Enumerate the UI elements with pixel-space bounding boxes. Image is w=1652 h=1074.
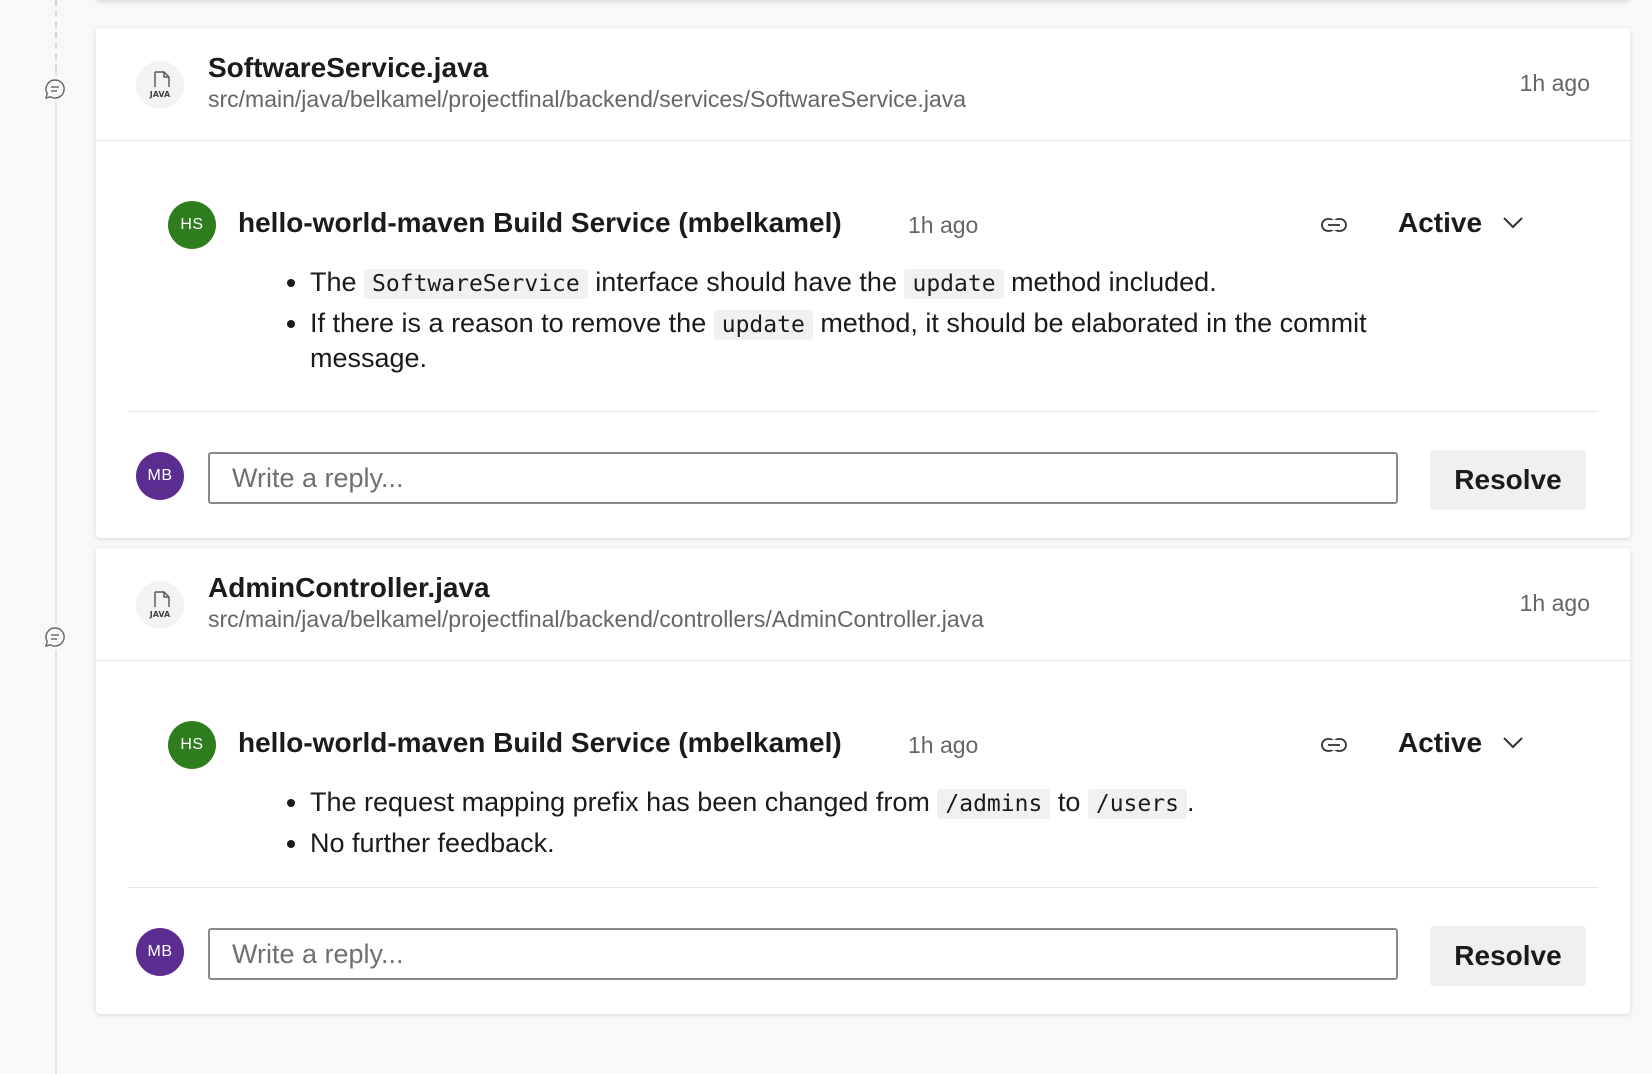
file-name[interactable]: SoftwareService.java (208, 52, 488, 84)
reply-input[interactable] (208, 928, 1398, 980)
reply-row: MB Resolve (96, 888, 1630, 1014)
list-item: The SoftwareService interface should hav… (310, 266, 1460, 301)
comment: HS hello-world-maven Build Service (mbel… (128, 141, 1598, 412)
file-path: src/main/java/belkamel/projectfinal/back… (208, 86, 967, 112)
status-label: Active (1398, 207, 1483, 238)
status-dropdown[interactable]: Active (1398, 203, 1524, 243)
avatar: MB (136, 928, 184, 976)
resolve-button[interactable]: Resolve (1430, 450, 1586, 510)
thread-header: JAVA AdminController.java src/main/java/… (96, 548, 1630, 661)
avatar: HS (168, 721, 216, 769)
resolve-button[interactable]: Resolve (1430, 926, 1586, 986)
timeline-dashed-segment (55, 0, 57, 70)
thread-header: JAVA SoftwareService.java src/main/java/… (96, 28, 1630, 141)
reply-input[interactable] (208, 452, 1398, 504)
list-item: If there is a reason to remove the updat… (310, 307, 1460, 375)
file-icon-label: JAVA (149, 610, 171, 619)
list-item: No further feedback. (310, 827, 1460, 860)
avatar: HS (168, 201, 216, 249)
thread-timestamp: 1h ago (1519, 590, 1590, 616)
list-item: The request mapping prefix has been chan… (310, 786, 1460, 821)
comment-bubble-icon (42, 624, 68, 650)
comment-bubble-icon (42, 76, 68, 102)
link-icon[interactable] (1318, 209, 1350, 241)
link-icon[interactable] (1318, 729, 1350, 761)
comment-body: The SoftwareService interface should hav… (288, 266, 1460, 381)
file-icon-label: JAVA (149, 90, 171, 99)
file-name[interactable]: AdminController.java (208, 572, 490, 604)
avatar: MB (136, 452, 184, 500)
thread-timestamp: 1h ago (1519, 70, 1590, 96)
java-file-icon: JAVA (136, 61, 184, 109)
file-path: src/main/java/belkamel/projectfinal/back… (208, 606, 984, 632)
java-file-icon: JAVA (136, 581, 184, 629)
comment-thread: JAVA AdminController.java src/main/java/… (96, 548, 1630, 1014)
chevron-down-icon (1503, 737, 1523, 749)
comment-body: The request mapping prefix has been chan… (288, 786, 1460, 866)
status-label: Active (1398, 727, 1483, 758)
reply-row: MB Resolve (96, 412, 1630, 538)
comment-author: hello-world-maven Build Service (mbelkam… (238, 207, 842, 238)
chevron-down-icon (1503, 217, 1523, 229)
timeline-line (55, 0, 57, 1074)
comment: HS hello-world-maven Build Service (mbel… (128, 661, 1598, 888)
status-dropdown[interactable]: Active (1398, 723, 1524, 763)
comment-author: hello-world-maven Build Service (mbelkam… (238, 727, 842, 758)
comment-timestamp: 1h ago (908, 732, 979, 758)
comment-timestamp: 1h ago (908, 212, 979, 238)
comment-thread: JAVA SoftwareService.java src/main/java/… (96, 28, 1630, 538)
